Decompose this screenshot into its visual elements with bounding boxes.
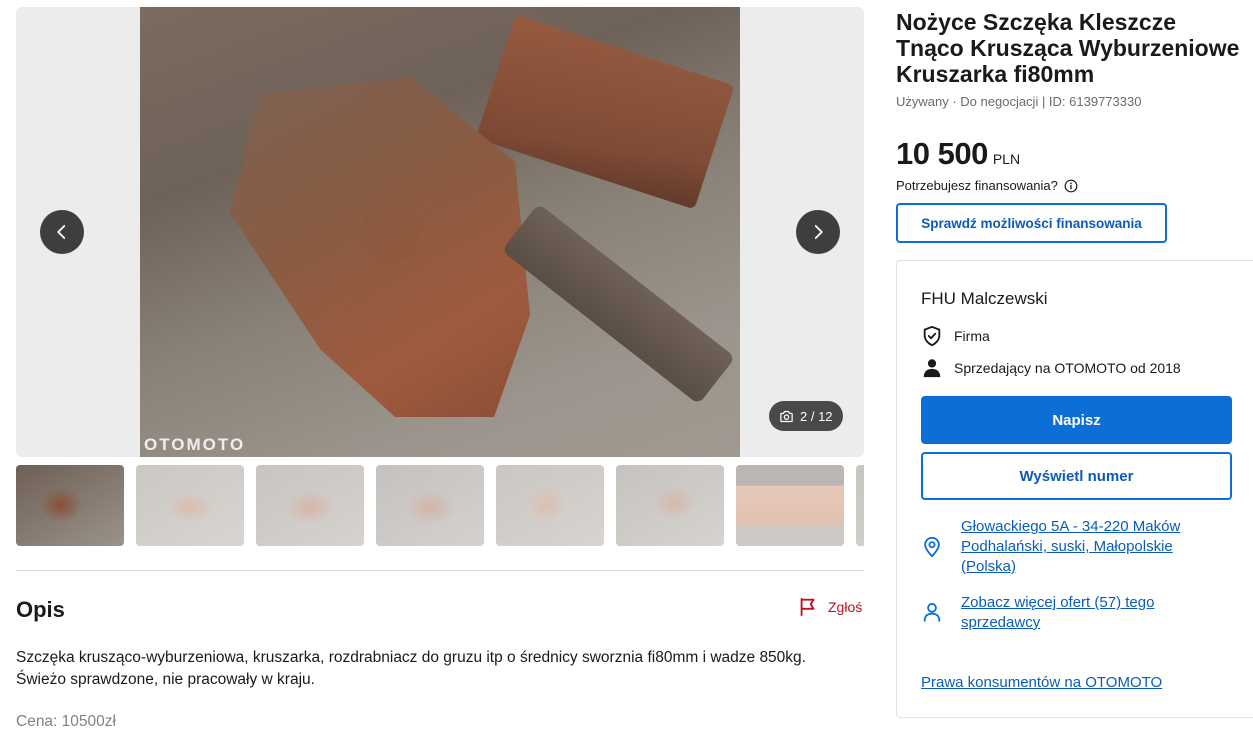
photo-arm-detail: [501, 203, 736, 405]
section-divider: [16, 570, 864, 571]
previous-photo-button[interactable]: [40, 210, 84, 254]
thumbnail[interactable]: [856, 465, 864, 546]
description-text: Szczęka kruszącо-wyburzeniowa, kruszarka…: [16, 647, 856, 691]
seller-type: Firma: [954, 328, 990, 344]
description-heading: Opis: [16, 597, 65, 622]
next-photo-button[interactable]: [796, 210, 840, 254]
chevron-right-icon: [814, 225, 823, 239]
price-value: 10 500: [896, 136, 988, 171]
info-icon[interactable]: [1064, 179, 1078, 193]
description-faded-line: Cena: 10500zł: [16, 713, 116, 730]
thumbnail[interactable]: [616, 465, 724, 546]
consumer-rights-link[interactable]: Prawa konsumentów na OTOMOTO: [921, 674, 1162, 691]
financing-question-text: Potrzebujesz finansowania?: [896, 178, 1058, 193]
report-button[interactable]: Zgłoś: [797, 596, 862, 618]
thumbnail-strip: [16, 465, 864, 547]
thumbnail[interactable]: [16, 465, 124, 546]
price: 10 500 PLN: [896, 136, 1020, 172]
write-message-button[interactable]: Napisz: [921, 396, 1232, 444]
check-financing-button[interactable]: Sprawdź możliwości finansowania: [896, 203, 1167, 243]
seller-since-row: Sprzedający na OTOMOTO od 2018: [921, 357, 1181, 379]
show-phone-button[interactable]: Wyświetl numer: [921, 452, 1232, 500]
more-offers-link[interactable]: Zobacz więcej ofert (57) tego sprzedawcy: [961, 593, 1211, 633]
listing-title: Nożyce Szczęka Kleszcze Tnąco Krusząca W…: [896, 9, 1240, 87]
thumbnail[interactable]: [376, 465, 484, 546]
description-line: Szczęka kruszącо-wyburzeniowa, kruszarka…: [16, 649, 806, 666]
thumbnail[interactable]: [496, 465, 604, 546]
price-currency: PLN: [992, 151, 1021, 167]
seller-since: Sprzedający na OTOMOTO od 2018: [954, 360, 1181, 376]
seller-card: FHU Malczewski Firma Sprzedający na OTOM…: [896, 260, 1253, 718]
camera-icon: [780, 410, 793, 422]
main-photo[interactable]: OTOMOTO: [140, 7, 740, 457]
description-line: Świeżo sprawdzone, nie pracowały w kraju…: [16, 671, 315, 688]
flag-icon: [800, 597, 815, 617]
photo-counter: 2 / 12: [769, 401, 843, 431]
thumbnail[interactable]: [136, 465, 244, 546]
main-photo-gallery[interactable]: OTOMOTO 2 / 12: [16, 7, 864, 457]
report-label: Zgłoś: [828, 599, 863, 615]
seller-name: FHU Malczewski: [921, 289, 1048, 308]
financing-question: Potrzebujesz finansowania?: [896, 178, 1078, 193]
listing-meta: Używany · Do negocjacji | ID: 6139773330: [896, 94, 1142, 109]
person-icon: [923, 359, 941, 378]
seller-type-row: Firma: [921, 325, 990, 347]
thumbnail[interactable]: [256, 465, 364, 546]
chevron-left-icon: [57, 225, 66, 239]
thumbnail[interactable]: [736, 465, 844, 546]
photo-counter-text: 2 / 12: [800, 408, 833, 424]
location-pin-icon: [924, 536, 940, 558]
photo-watermark: OTOMOTO: [144, 435, 246, 454]
user-offers-icon: [923, 603, 941, 622]
shield-check-icon: [923, 325, 941, 347]
seller-location-link[interactable]: Głowackiego 5A - 34-220 Maków Podhalańsk…: [961, 517, 1231, 577]
